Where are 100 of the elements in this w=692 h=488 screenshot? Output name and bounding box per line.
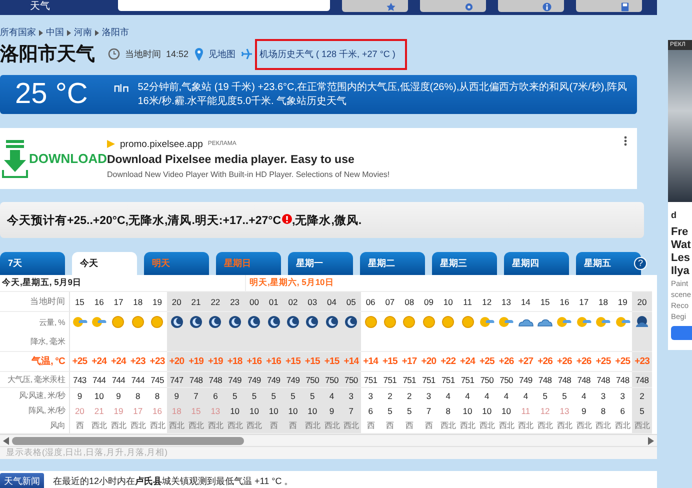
table-cell: 西北	[166, 418, 186, 434]
toolbar-button[interactable]	[342, 0, 408, 12]
table-cell: 05	[341, 292, 361, 312]
table-cell: 20	[632, 292, 652, 312]
row-label: 风:风速, 米/秒	[0, 388, 70, 403]
row-label: 风向	[0, 418, 70, 434]
table-cell: 5	[264, 388, 284, 403]
search-field[interactable]	[118, 0, 330, 11]
station-history-link[interactable]: 气象站历史天气	[276, 96, 347, 106]
table-cell: 10	[264, 403, 284, 418]
table-cell: 西北	[186, 418, 206, 434]
ad-title-link[interactable]: Download Pixelsee media player. Easy to use	[107, 154, 390, 166]
table-cell: 751	[360, 372, 380, 388]
table-cell: 748	[186, 372, 206, 388]
breadcrumb-link[interactable]: 河南	[74, 26, 92, 39]
table-cell: 西北	[458, 418, 478, 434]
row-label: 当地时间	[0, 292, 70, 312]
table-cell: 11	[458, 292, 478, 312]
breadcrumb-link[interactable]: 洛阳市	[102, 26, 129, 39]
table-cell: 750	[496, 372, 516, 388]
table-cell: +26	[554, 352, 574, 372]
table-cell: +24	[108, 352, 128, 372]
map-link[interactable]: 见地图	[208, 48, 236, 60]
ad-title: Fre	[671, 226, 690, 239]
table-cell-text: 8	[444, 404, 452, 418]
table-cell: 06	[360, 292, 380, 312]
day-tab[interactable]: 星期一	[288, 252, 353, 275]
table-cell-text: 3	[367, 390, 374, 402]
logo-text: d	[671, 210, 678, 220]
breadcrumb-link[interactable]: 中国	[46, 26, 64, 39]
table-cell: 西北	[477, 418, 497, 434]
table-cell: 7	[186, 388, 206, 403]
caret-icon	[67, 30, 71, 36]
table-cell: 18	[594, 292, 613, 312]
table-cell: 18	[166, 403, 186, 418]
table-cell: 17	[574, 292, 594, 312]
toolbar-button[interactable]	[420, 0, 486, 12]
airport-history-link[interactable]: 机场历史天气 ( 128 千米, +27 °C )	[254, 38, 408, 70]
table-cell: 751	[438, 372, 458, 388]
table-cell: 748	[206, 372, 226, 388]
day-tab[interactable]: 星期三	[432, 252, 497, 275]
table-cell: 7	[341, 403, 361, 418]
day-tab[interactable]: 7天	[0, 252, 65, 275]
airplane-icon	[240, 48, 253, 60]
table-cell: 750	[477, 372, 497, 388]
news-badge: 天气新闻	[0, 472, 44, 488]
ad-domain-link[interactable]: promo.pixelsee.app	[120, 138, 203, 150]
ad-title: Les	[671, 252, 691, 265]
table-cell-text: 12	[539, 404, 551, 418]
info-icon	[540, 2, 554, 12]
table-cell: 西北	[89, 418, 109, 434]
site-title: 天气	[30, 0, 51, 13]
table-cell-text: 5	[386, 404, 394, 418]
breadcrumb-link[interactable]: 所有国家	[0, 26, 36, 39]
table-cell-text: 9	[115, 390, 122, 402]
row-label: 气温, °C	[0, 352, 70, 372]
table-cell: 西	[283, 418, 303, 434]
table-cell: 747	[166, 372, 186, 388]
table-cell: 00	[244, 292, 264, 312]
clock-icon	[108, 48, 120, 60]
table-cell-text: 11	[520, 404, 532, 418]
table-cell: 08	[400, 292, 420, 312]
table-cell-text: 3	[600, 390, 607, 402]
scrollbar-thumb[interactable]	[12, 436, 244, 444]
table-cell: 15	[535, 292, 555, 312]
table-cell: 西北	[322, 418, 342, 434]
table-cell-text: 5	[406, 404, 413, 418]
table-cell: 22	[206, 292, 226, 312]
table-cell: 13	[496, 292, 516, 312]
table-cell: 748	[554, 372, 574, 388]
row-label: 阵风, 米/秒	[0, 403, 70, 418]
table-cell: 5	[244, 388, 264, 403]
table-cell: 3	[341, 388, 361, 403]
toolbar-button[interactable]	[498, 0, 564, 12]
day-tab[interactable]: 星期四	[504, 252, 569, 275]
local-time: 14:52	[166, 49, 189, 59]
table-cell: +14	[341, 352, 361, 372]
row-label: 云量, %	[0, 312, 70, 332]
table-cell-text: 16	[152, 404, 163, 418]
help-button[interactable]: ?	[634, 257, 647, 270]
table-cell: +19	[206, 352, 226, 372]
table-cell: 748	[535, 372, 555, 388]
table-cell: 744	[128, 372, 148, 388]
table-cell: +17	[400, 352, 420, 372]
table-cell: 18	[128, 292, 148, 312]
table-cell-text: 19	[112, 404, 124, 418]
table-cell: 749	[225, 372, 245, 388]
table-cell-text: 9	[580, 404, 588, 418]
table-cell-text: 4	[484, 390, 490, 402]
day-tab[interactable]: 今天	[72, 252, 137, 275]
table-cell: 5	[632, 403, 652, 418]
ad-description: Download New Video Player With Built-in HD Player. Selections of New Movies!	[107, 170, 390, 178]
day-tab[interactable]: 星期二	[360, 252, 425, 275]
table-cell: 西北	[302, 418, 322, 434]
toolbar-button[interactable]	[576, 0, 642, 12]
table-cell-text: 4	[464, 390, 471, 402]
table-cell: 西北	[594, 418, 613, 434]
table-cell: 07	[380, 292, 400, 312]
table-cell: 西	[70, 418, 90, 434]
table-cell: 西北	[554, 418, 574, 434]
